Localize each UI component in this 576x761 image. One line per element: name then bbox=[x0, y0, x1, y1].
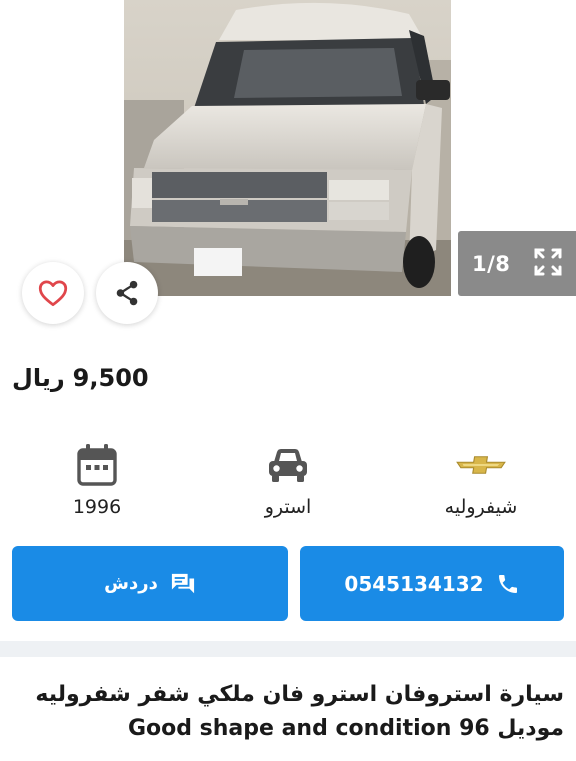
spec-model-label: استرو bbox=[264, 496, 312, 518]
image-counter-text: 1/8 bbox=[472, 251, 511, 276]
spec-year-label: 1996 bbox=[72, 496, 122, 518]
vehicle-specs: 1996 استرو شيفروليه bbox=[0, 440, 576, 530]
image-gallery[interactable]: 1/8 bbox=[0, 0, 576, 324]
spec-year: 1996 bbox=[27, 440, 167, 518]
call-button-label: 0545134132 bbox=[344, 571, 484, 596]
listing-photo[interactable] bbox=[124, 0, 451, 296]
image-counter[interactable]: 1/8 bbox=[458, 231, 576, 296]
car-icon bbox=[269, 449, 307, 482]
spec-make: شيفروليه bbox=[411, 440, 551, 518]
chevrolet-logo-icon bbox=[456, 456, 506, 474]
share-button[interactable] bbox=[96, 262, 158, 324]
chat-icon bbox=[171, 573, 194, 593]
call-button[interactable]: 0545134132 bbox=[300, 546, 564, 621]
description-line-1: سيارة استروفان استرو فان ملكي شفر شفرولي… bbox=[35, 682, 564, 707]
spec-model: استرو bbox=[218, 440, 358, 518]
phone-icon bbox=[498, 574, 517, 593]
listing-description: سيارة استروفان استرو فان ملكي شفر شفرولي… bbox=[14, 678, 564, 746]
description-line-2: موديل 96 Good shape and condition bbox=[127, 716, 564, 741]
calendar-icon bbox=[77, 444, 117, 486]
section-divider bbox=[0, 641, 576, 657]
previous-image-button[interactable] bbox=[34, 115, 66, 147]
price-value: 9,500 bbox=[72, 364, 149, 392]
spec-make-label: شيفروليه bbox=[444, 496, 518, 518]
price-currency: ريال bbox=[12, 364, 65, 392]
chevron-left-icon bbox=[44, 123, 55, 139]
chat-button[interactable]: دردش bbox=[12, 546, 288, 621]
next-image-button[interactable] bbox=[510, 115, 542, 147]
van-photo bbox=[124, 0, 451, 296]
heart-icon bbox=[38, 280, 68, 307]
share-icon bbox=[116, 280, 138, 306]
favorite-button[interactable] bbox=[22, 262, 84, 324]
chat-button-label: دردش bbox=[104, 573, 158, 594]
expand-icon[interactable] bbox=[532, 246, 564, 278]
chevron-right-icon bbox=[521, 123, 532, 139]
listing-price: 9,500 ريال bbox=[12, 364, 149, 392]
